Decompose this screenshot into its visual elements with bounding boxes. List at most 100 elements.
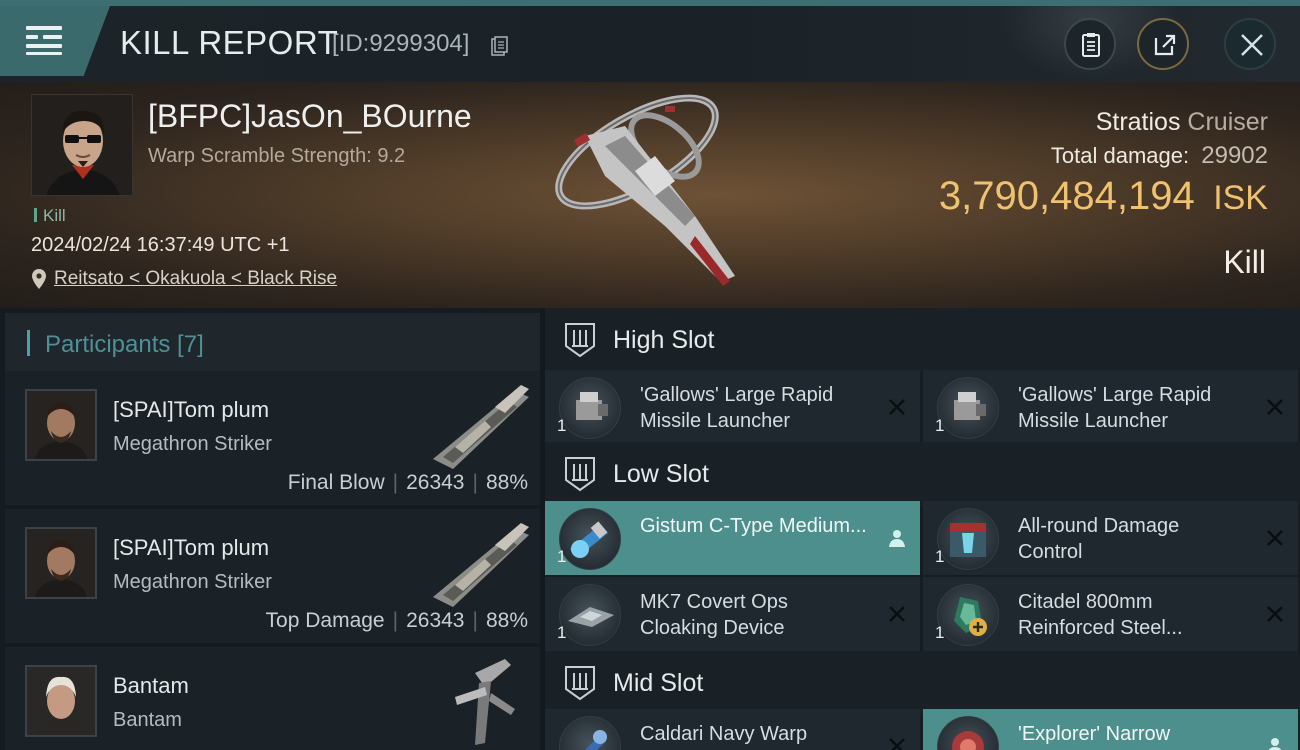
total-damage: Total damage: 29902 xyxy=(1051,142,1268,170)
top-bar: KILL REPORT [ID:9299304] xyxy=(0,0,1300,82)
module-item[interactable]: Caldari Navy Warp xyxy=(545,709,920,750)
slot-badge-icon xyxy=(565,457,595,492)
module-item[interactable]: 1 'Gallows' Large Rapid Missile Launcher xyxy=(545,370,920,444)
damage-control-icon xyxy=(937,508,999,570)
share-icon xyxy=(1154,34,1176,56)
module-item[interactable]: 1 'Gallows' Large Rapid Missile Launcher xyxy=(923,370,1298,444)
module-quantity: 1 xyxy=(935,416,945,435)
participants-header[interactable]: Participants [7] xyxy=(5,313,540,371)
total-damage-value: 29902 xyxy=(1201,142,1268,169)
x-icon[interactable] xyxy=(888,605,906,623)
participant-percent: 88% xyxy=(485,609,528,632)
x-icon[interactable] xyxy=(888,398,906,416)
warp-scramble-strength: Warp Scramble Strength: 9.2 xyxy=(148,145,406,167)
participant-damage: 26343 xyxy=(406,609,465,632)
share-button[interactable] xyxy=(1137,18,1189,70)
participant-ship: Megathron Striker xyxy=(113,571,272,593)
page-title: KILL REPORT xyxy=(120,24,339,61)
participant-ship: Megathron Striker xyxy=(113,433,272,455)
slot-badge-icon xyxy=(565,323,595,358)
close-icon xyxy=(1241,34,1263,56)
victim-ship-name[interactable]: Stratios Cruiser xyxy=(1096,108,1268,137)
participant-stats: Top Damage | 26343 | 88% xyxy=(265,609,528,632)
victim-ship-image[interactable] xyxy=(545,86,760,304)
location-pin-icon xyxy=(32,269,46,289)
slot-header-high: High Slot xyxy=(545,308,1300,372)
slot-badge-icon xyxy=(565,666,595,701)
participant-card[interactable]: [SPAI]Tom plum Megathron Striker Top Dam… xyxy=(5,509,540,643)
module-name: 'Gallows' Large Rapid Missile Launcher xyxy=(1018,384,1212,432)
kill-timestamp: 2024/02/24 16:37:49 UTC +1 xyxy=(31,234,290,256)
participant-role: Final Blow xyxy=(287,471,385,494)
kill-result: Kill xyxy=(1223,244,1266,280)
module-name: All-round Damage Control xyxy=(1018,515,1180,563)
isk-unit: ISK xyxy=(1213,179,1268,217)
slot-header-low: Low Slot xyxy=(545,442,1300,506)
module-quantity: 1 xyxy=(557,547,567,566)
module-quantity: 1 xyxy=(935,623,945,642)
participant-name: [SPAI]Tom plum xyxy=(113,397,270,422)
report-icon xyxy=(1082,33,1100,57)
module-quantity: 1 xyxy=(557,623,567,642)
participant-role: Top Damage xyxy=(265,609,385,632)
participant-ship-image xyxy=(455,659,515,745)
module-name: MK7 Covert Ops Cloaking Device xyxy=(640,591,788,639)
slot-header-mid: Mid Slot xyxy=(545,651,1300,715)
person-icon[interactable] xyxy=(1266,737,1284,750)
participant-name: Bantam xyxy=(113,673,189,698)
module-quantity: 1 xyxy=(557,416,567,435)
participant-avatar xyxy=(25,665,97,737)
missile-launcher-icon xyxy=(937,377,999,439)
warp-disruptor-icon xyxy=(559,716,621,750)
ship-name-text: Stratios xyxy=(1095,108,1181,136)
scanner-icon xyxy=(937,716,999,750)
participant-percent: 88% xyxy=(485,471,528,494)
participant-stats: Final Blow | 26343 | 88% xyxy=(287,471,528,494)
cloaking-device-icon xyxy=(559,584,621,646)
participants-panel: Participants [7] [SPAI]Tom plum Megathro… xyxy=(0,308,540,750)
participant-avatar xyxy=(25,389,97,461)
module-quantity: 1 xyxy=(935,547,945,566)
participant-card[interactable]: Bantam Bantam xyxy=(5,647,540,750)
missile-launcher-icon xyxy=(559,377,621,439)
total-damage-label: Total damage: xyxy=(1050,143,1190,168)
participant-ship-image xyxy=(433,523,529,607)
ship-class-text: Cruiser xyxy=(1187,108,1268,136)
location-link[interactable]: Reitsato < Okakuola < Black Rise xyxy=(54,268,337,290)
victim-portrait[interactable] xyxy=(31,94,133,196)
participant-card[interactable]: [SPAI]Tom plum Megathron Striker Final B… xyxy=(5,371,540,505)
isk-amount: 3,790,484,194 xyxy=(938,174,1195,218)
top-accent-line xyxy=(0,0,1300,6)
person-icon[interactable] xyxy=(888,529,906,547)
module-item[interactable]: 'Explorer' Narrow xyxy=(923,709,1298,750)
module-name: Gistum C-Type Medium... xyxy=(640,515,867,537)
slot-title: Low Slot xyxy=(613,460,709,488)
module-item[interactable]: 1 Citadel 800mm Reinforced Steel... xyxy=(923,577,1298,651)
copy-icon[interactable] xyxy=(491,36,508,56)
slot-title: High Slot xyxy=(613,326,715,354)
report-button[interactable] xyxy=(1064,18,1116,70)
isk-value: 3,790,484,194 ISK xyxy=(939,174,1268,219)
armor-plate-icon xyxy=(937,584,999,646)
close-button[interactable] xyxy=(1224,18,1276,70)
x-icon[interactable] xyxy=(1266,605,1284,623)
participant-avatar xyxy=(25,527,97,599)
menu-button[interactable] xyxy=(0,6,110,76)
module-name: Citadel 800mm Reinforced Steel... xyxy=(1018,591,1183,639)
participant-ship-image xyxy=(433,385,529,469)
x-icon[interactable] xyxy=(1266,529,1284,547)
module-item[interactable]: 1 All-round Damage Control xyxy=(923,501,1298,575)
module-name: Caldari Navy Warp xyxy=(640,723,808,745)
victim-banner: [BFPC]JasOn_BOurne Warp Scramble Strengt… xyxy=(0,82,1300,308)
module-name: 'Explorer' Narrow xyxy=(1018,723,1171,745)
module-item[interactable]: 1 MK7 Covert Ops Cloaking Device xyxy=(545,577,920,651)
fitting-panel: High Slot 1 'Gallows' Large Rapid Missil… xyxy=(545,308,1300,750)
x-icon[interactable] xyxy=(1266,398,1284,416)
report-id: [ID:9299304] xyxy=(332,30,470,57)
module-item[interactable]: 1 Gistum C-Type Medium... xyxy=(545,501,920,575)
participants-title: Participants [7] xyxy=(45,331,204,358)
hamburger-menu-icon xyxy=(26,26,62,56)
victim-name[interactable]: [BFPC]JasOn_BOurne xyxy=(148,98,472,135)
participant-name: [SPAI]Tom plum xyxy=(113,535,270,560)
x-icon[interactable] xyxy=(888,737,906,750)
